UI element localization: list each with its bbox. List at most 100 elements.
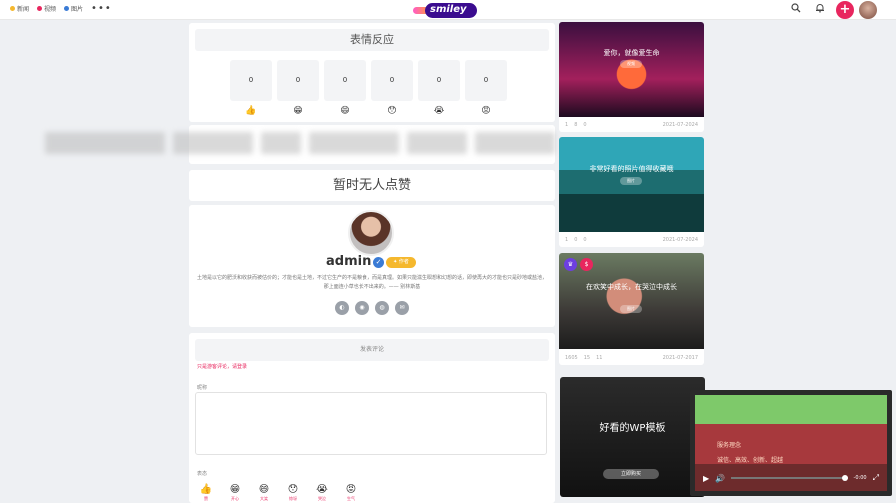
grin-icon: 😁 <box>229 484 241 495</box>
video-caption-title: 服务理念 <box>717 442 742 449</box>
nav-item-video[interactable]: 视频 <box>37 4 56 13</box>
comment-title: 发表评论 <box>195 339 549 361</box>
site-logo[interactable]: smiley <box>413 1 479 19</box>
ad-card[interactable]: 好看的WP模板 立即购买 <box>560 377 705 497</box>
ad-thumbnail[interactable] <box>560 377 705 497</box>
logo-text: smiley <box>430 4 467 15</box>
post-card[interactable]: 非常好看的照片值得收藏哦 图片 1 0 0 2021-07-2024 <box>559 137 704 247</box>
comment-emoji-happy[interactable]: 😁 开心 <box>228 484 242 502</box>
thumbs-up-icon: 👍 <box>199 484 213 495</box>
ad-title[interactable]: 好看的WP模板 <box>564 419 701 434</box>
volume-icon[interactable]: 🔊 <box>715 474 725 483</box>
seek-bar[interactable] <box>731 475 848 481</box>
email-icon[interactable]: ✉ <box>395 301 409 315</box>
post-date: 2021-07-2024 <box>662 237 698 243</box>
emoji-caption: 哭泣 <box>318 496 326 501</box>
smile-icon[interactable]: 😄 <box>339 105 351 117</box>
post-tag[interactable]: 图片 <box>620 177 642 185</box>
fullscreen-icon[interactable]: ⤢ <box>873 473 879 483</box>
author-avatar[interactable] <box>348 210 394 256</box>
reaction-count[interactable]: 0 <box>277 60 319 101</box>
post-meta: 1605 15 11 2021-07-2017 <box>565 355 698 361</box>
comment-field-label: 昵称 <box>197 385 208 391</box>
author-bio: 土地是以它的肥沃和收获而被估价的；才能也是土地，不过它生产的不是粮食，而是真理。… <box>196 275 547 290</box>
reaction-count[interactable]: 0 <box>418 60 460 101</box>
weibo-icon[interactable]: ◐ <box>335 301 349 315</box>
comment-emoji-surprised[interactable]: 😯 惊讶 <box>286 484 300 502</box>
grin-icon[interactable]: 😁 <box>292 105 304 117</box>
post-card[interactable]: ♛ $ 在欢笑中成长，在哭泣中成长 图片 1605 15 11 2021-07-… <box>559 253 704 365</box>
reactions-card: 表情反应 0 0 0 0 0 0 👍 😁 😄 😯 😭 😡 <box>189 23 555 122</box>
search-icon[interactable] <box>789 3 803 17</box>
play-icon[interactable]: ▶ <box>703 474 709 483</box>
post-tag[interactable]: 视频 <box>620 60 642 68</box>
main-nav: 新闻 视频 图片 ••• <box>10 3 112 13</box>
comment-card: 发表评论 只是游客评论，请登录 昵称 表态 👍 赞 😁 开心 😄 大笑 😯 惊讶… <box>189 333 555 503</box>
video-time: -0:00 <box>853 475 867 481</box>
comment-emoji-laugh[interactable]: 😄 大笑 <box>257 484 271 502</box>
wechat-icon[interactable]: ◉ <box>355 301 369 315</box>
view-count: 8 <box>574 122 578 128</box>
publish-button[interactable]: + <box>836 1 854 19</box>
surprised-icon: 😯 <box>287 484 299 495</box>
angry-icon: 😡 <box>345 484 357 495</box>
nav-item-news[interactable]: 新闻 <box>10 4 29 13</box>
view-count: 0 <box>574 237 578 243</box>
more-menu-icon[interactable]: ••• <box>91 3 112 13</box>
post-thumbnail[interactable] <box>559 22 704 117</box>
post-date: 2021-07-2017 <box>662 355 698 361</box>
emoji-caption: 惊讶 <box>289 496 297 501</box>
comment-emoji-cry[interactable]: 😭 哭泣 <box>315 484 329 502</box>
picture-dot-icon <box>64 6 70 11</box>
post-meta: 1 8 0 2021-07-2024 <box>565 122 698 128</box>
smile-icon: 😄 <box>258 484 270 495</box>
emoji-caption: 开心 <box>231 496 239 501</box>
login-hint-link[interactable]: 只是游客评论，请登录 <box>197 363 247 370</box>
like-count: 1 <box>565 237 569 243</box>
comment-emoji-like[interactable]: 👍 赞 <box>199 484 213 502</box>
user-avatar[interactable] <box>859 1 877 19</box>
view-count: 15 <box>583 355 591 361</box>
nav-item-label: 视频 <box>44 6 57 13</box>
verified-icon: ✓ <box>373 257 384 268</box>
surprised-icon[interactable]: 😯 <box>386 105 398 117</box>
comment-count: 11 <box>596 355 603 361</box>
crying-icon: 😭 <box>316 484 328 495</box>
comment-count: 0 <box>583 122 587 128</box>
post-card[interactable]: 爱你，就像爱生命 视频 1 8 0 2021-07-2024 <box>559 22 704 132</box>
reaction-count[interactable]: 0 <box>324 60 366 101</box>
nav-item-label: 图片 <box>71 6 84 13</box>
blurred-share-bar <box>45 128 565 158</box>
hot-icon: $ <box>580 258 593 271</box>
thumbs-up-icon[interactable]: 👍 <box>245 105 257 117</box>
video-caption-subtitle: 诚信、高效、创新、超越 <box>717 457 784 464</box>
nav-item-pictures[interactable]: 图片 <box>64 4 83 13</box>
floating-video-player[interactable]: 服务理念 诚信、高效、创新、超越 ▶ 🔊 -0:00 ⤢ <box>690 390 892 496</box>
likes-empty-text: 暂时无人点赞 <box>332 178 411 193</box>
post-title[interactable]: 非常好看的照片值得收藏哦 <box>563 164 700 174</box>
reaction-count[interactable]: 0 <box>465 60 507 101</box>
emoji-label: 表态 <box>197 471 208 477</box>
qq-icon[interactable]: ◍ <box>375 301 389 315</box>
ad-buy-button[interactable]: 立即购买 <box>603 469 659 479</box>
video-controls: ▶ 🔊 -0:00 ⤢ <box>695 468 887 488</box>
comment-textarea[interactable] <box>195 392 547 455</box>
angry-icon[interactable]: 😡 <box>480 105 492 117</box>
crying-icon[interactable]: 😭 <box>433 105 445 117</box>
reaction-count[interactable]: 0 <box>230 60 272 101</box>
news-dot-icon <box>10 6 15 11</box>
post-tag[interactable]: 图片 <box>620 305 642 313</box>
author-name[interactable]: admin <box>326 254 371 269</box>
comment-emoji-angry[interactable]: 😡 生气 <box>344 484 358 502</box>
post-title[interactable]: 在欢笑中成长，在哭泣中成长 <box>563 282 700 292</box>
post-meta: 1 0 0 2021-07-2024 <box>565 237 698 243</box>
author-badge: ✦ 作者 <box>386 257 416 268</box>
reaction-count[interactable]: 0 <box>371 60 413 101</box>
author-card: admin ✓ ✦ 作者 土地是以它的肥沃和收获而被估价的；才能也是土地，不过它… <box>189 205 555 327</box>
emoji-caption: 生气 <box>347 496 355 501</box>
seek-knob[interactable] <box>841 475 848 481</box>
post-title[interactable]: 爱你，就像爱生命 <box>563 48 700 58</box>
crown-icon: ♛ <box>564 258 577 271</box>
top-bar: 新闻 视频 图片 ••• smiley + <box>0 0 896 20</box>
bell-icon[interactable] <box>813 3 827 17</box>
